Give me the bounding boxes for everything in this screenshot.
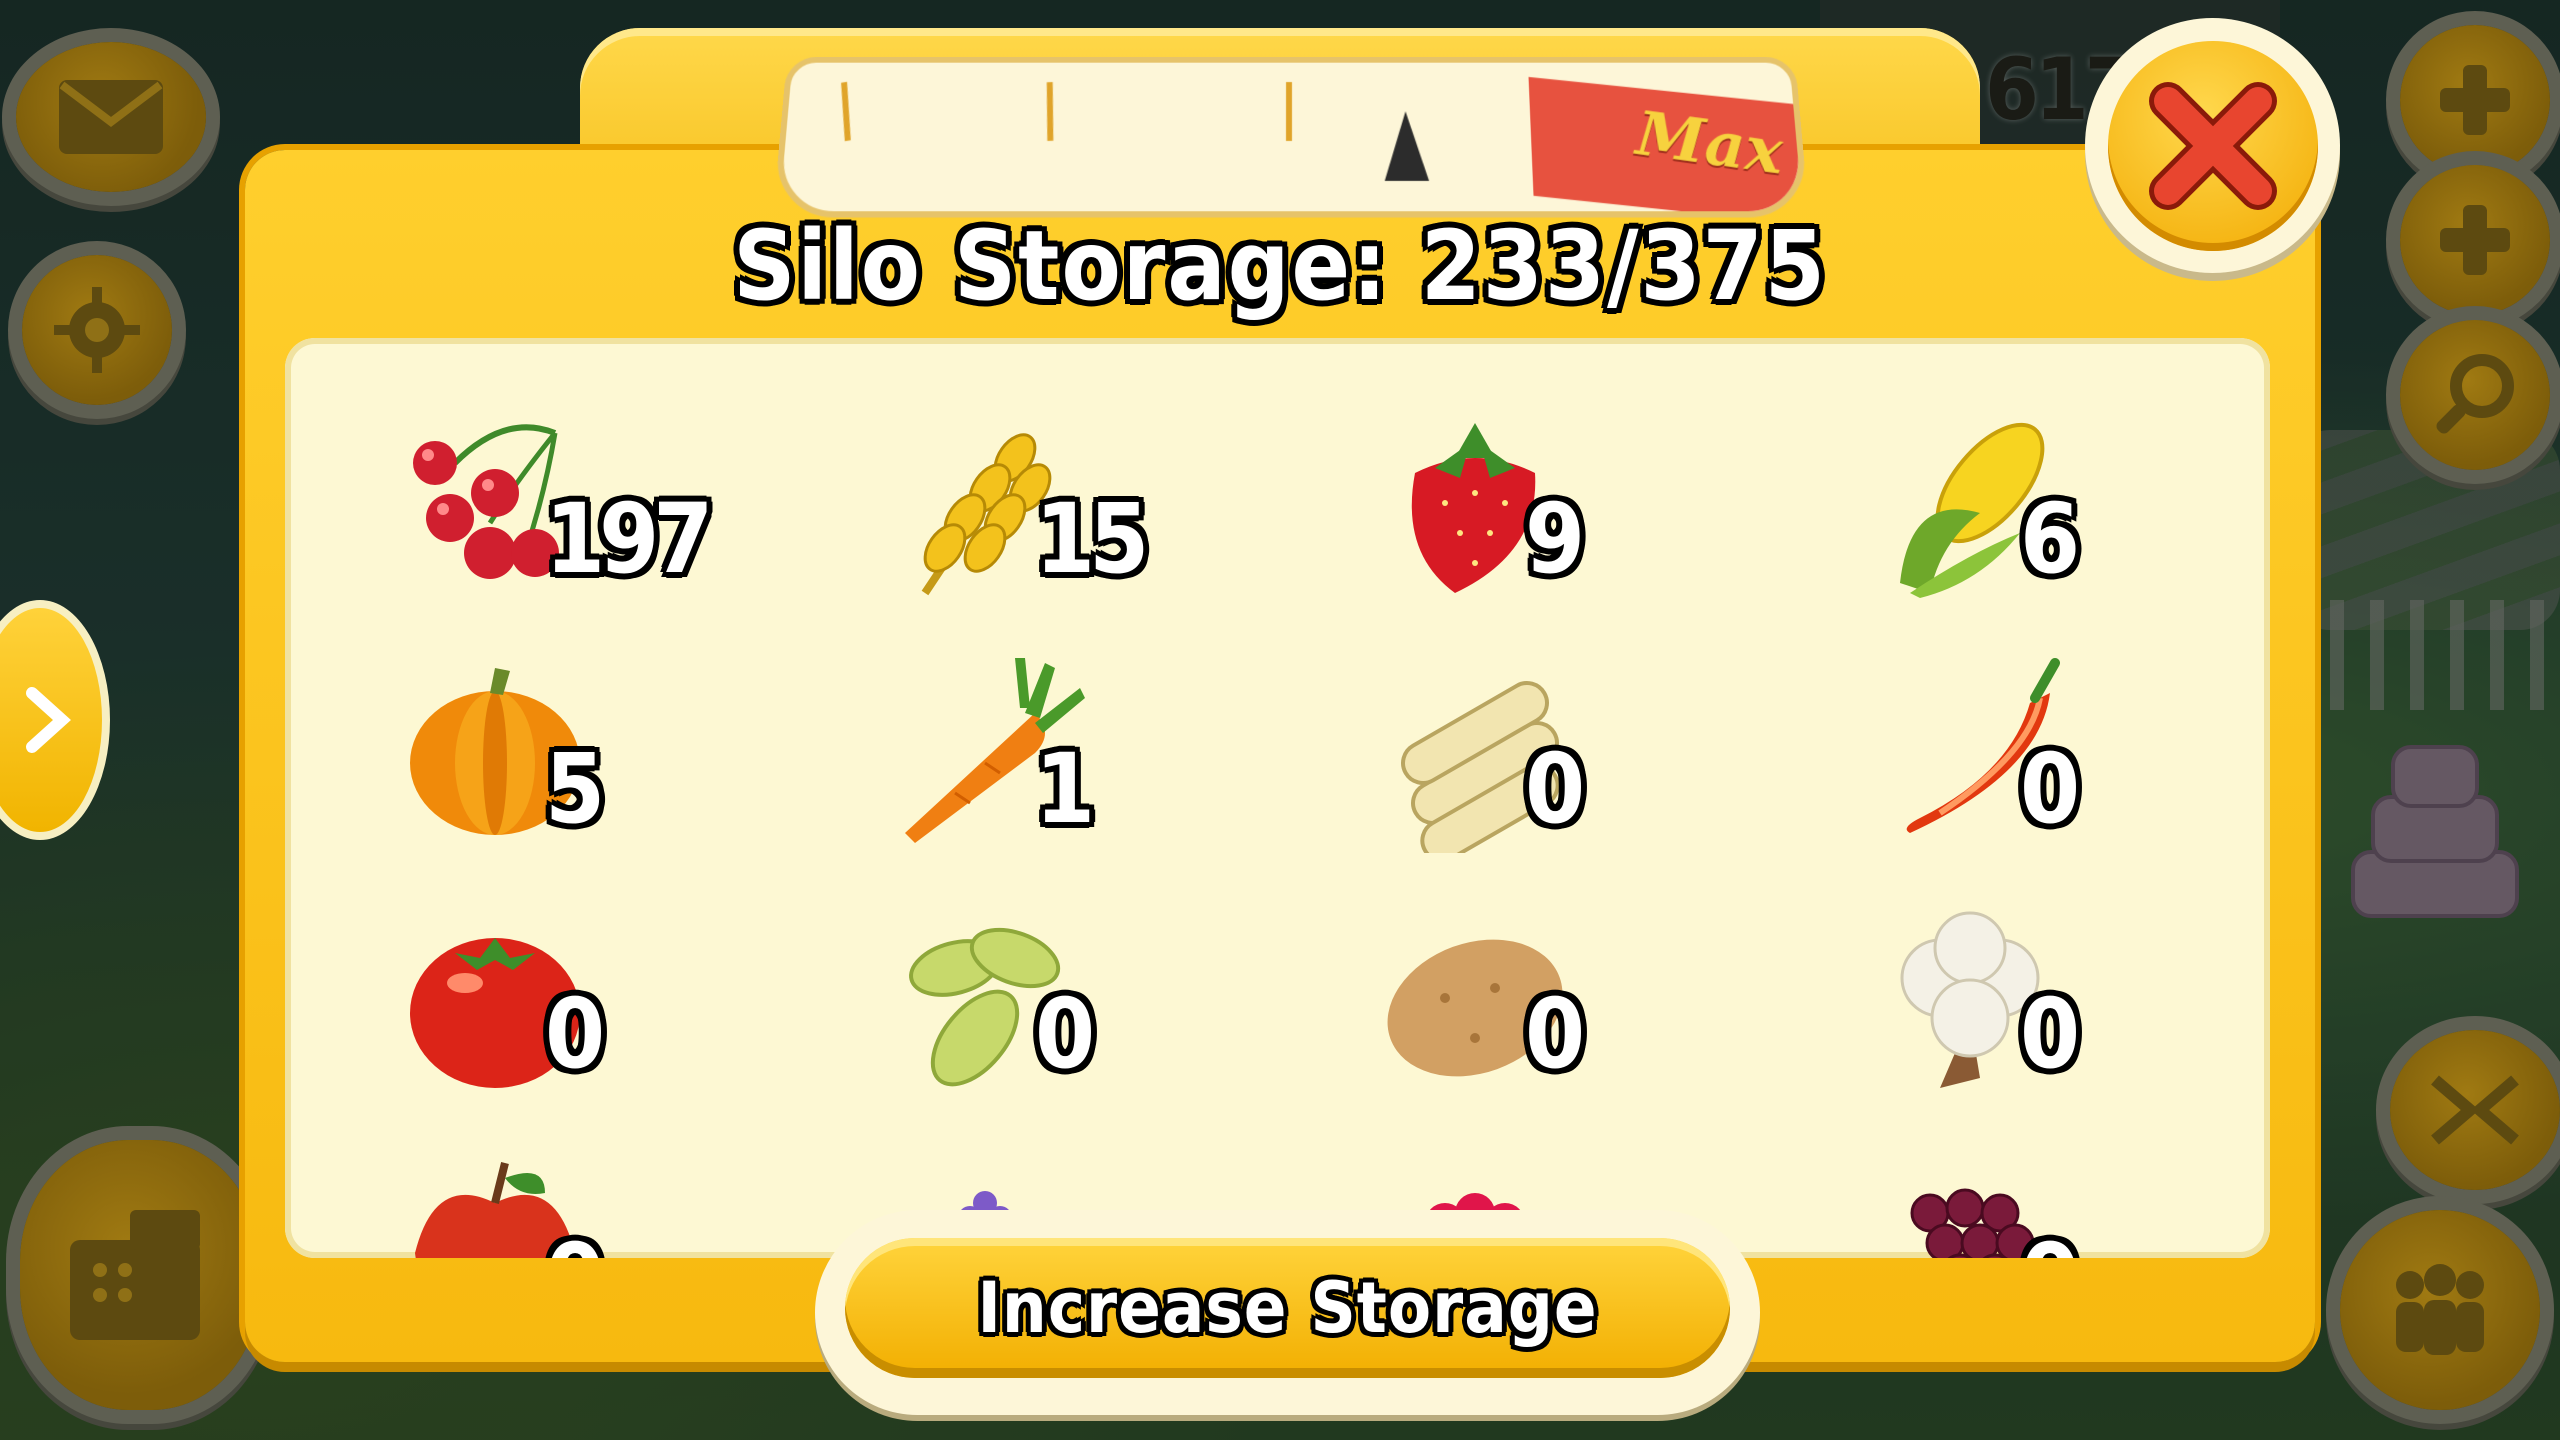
item-count: 0 bbox=[1035, 978, 1095, 1090]
mail-button[interactable] bbox=[16, 42, 206, 192]
gauge-tick bbox=[1285, 82, 1293, 141]
silo-item-chili-pepper[interactable]: 0 bbox=[1870, 643, 2270, 873]
silo-item-potato[interactable]: 0 bbox=[1375, 888, 1795, 1118]
silo-item-strawberry[interactable]: 9 bbox=[1375, 393, 1795, 623]
expand-icon bbox=[2431, 1075, 2519, 1145]
item-count: 5 bbox=[545, 733, 605, 845]
silo-item-grid: 1971596510000000000 bbox=[285, 338, 2270, 1258]
close-button-face bbox=[2107, 40, 2318, 251]
item-count: 0 bbox=[1525, 733, 1585, 845]
item-count: 0 bbox=[545, 978, 605, 1090]
silo-item-soybean[interactable]: 0 bbox=[885, 888, 1305, 1118]
roadside-shop-button[interactable] bbox=[20, 1140, 260, 1410]
close-button[interactable] bbox=[2085, 18, 2340, 273]
side-arrow-icon bbox=[26, 687, 71, 753]
cash-register-icon bbox=[70, 1210, 200, 1340]
item-count: 0 bbox=[545, 1223, 605, 1258]
plus-icon bbox=[2440, 65, 2510, 135]
gauge-tick bbox=[841, 81, 851, 142]
item-count: 6 bbox=[2020, 483, 2080, 595]
increase-storage-frame: Increase Storage bbox=[815, 1210, 1760, 1415]
gauge-needle bbox=[1383, 111, 1430, 181]
silo-item-pumpkin[interactable]: 5 bbox=[395, 643, 815, 873]
friends-icon bbox=[2396, 1264, 2484, 1355]
silo-item-cotton[interactable]: 0 bbox=[1870, 888, 2270, 1118]
search-button[interactable] bbox=[2400, 320, 2550, 470]
silo-item-sugarcane[interactable]: 0 bbox=[1375, 643, 1795, 873]
item-count: 15 bbox=[1035, 483, 1149, 595]
increase-storage-button[interactable]: Increase Storage bbox=[845, 1238, 1730, 1378]
magnifier-icon bbox=[2436, 354, 2514, 434]
silo-item-carrot[interactable]: 1 bbox=[885, 643, 1305, 873]
silo-item-tomato[interactable]: 0 bbox=[395, 888, 815, 1118]
item-count: 9 bbox=[1525, 483, 1585, 595]
item-count: 0 bbox=[1525, 978, 1585, 1090]
item-count: 197 bbox=[545, 483, 713, 595]
close-icon bbox=[2148, 81, 2277, 210]
item-count: 0 bbox=[2020, 1223, 2080, 1258]
storage-gauge: Max bbox=[772, 56, 1810, 218]
silo-item-wheat[interactable]: 15 bbox=[885, 393, 1305, 623]
silo-item-cherries[interactable]: 197 bbox=[395, 393, 815, 623]
increase-storage-label: Increase Storage bbox=[977, 1267, 1598, 1349]
item-count: 0 bbox=[2020, 733, 2080, 845]
item-count: 1 bbox=[1035, 733, 1095, 845]
silo-item-apple[interactable]: 0 bbox=[395, 1133, 815, 1258]
gauge-tick bbox=[1046, 81, 1054, 142]
silo-item-corn[interactable]: 6 bbox=[1870, 393, 2270, 623]
silo-item-grapes[interactable]: 0 bbox=[1870, 1133, 2270, 1258]
mail-icon bbox=[59, 80, 163, 154]
add-coins-button[interactable] bbox=[2400, 25, 2550, 175]
expand-button[interactable] bbox=[2390, 1030, 2560, 1190]
friends-button[interactable] bbox=[2340, 1210, 2540, 1410]
item-count: 0 bbox=[2020, 978, 2080, 1090]
